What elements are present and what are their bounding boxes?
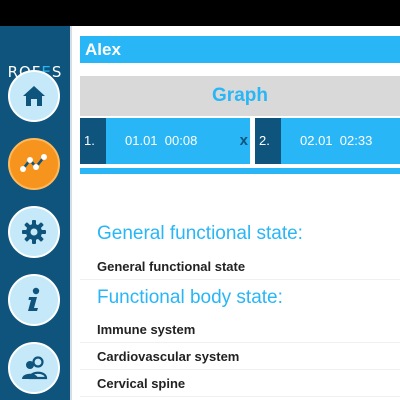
record-2[interactable]: 2. 02.01 02:33	[255, 118, 400, 164]
main-content: Alex Graph 1. 01.01 00:08 x 2. 02.01 02:…	[72, 26, 400, 400]
sidebar: ROFES	[0, 26, 70, 400]
graph-button[interactable]: Graph	[80, 76, 400, 116]
record-datetime: 01.01 00:08	[125, 133, 198, 148]
record-body: 01.01 00:08 x	[106, 118, 250, 164]
section-title: Functional body state:	[97, 287, 283, 308]
home-icon	[23, 86, 45, 106]
record-number: 1.	[80, 118, 106, 164]
nav-graph-button[interactable]	[8, 138, 60, 190]
nav-users-button[interactable]	[8, 342, 60, 394]
record-body: 02.01 02:33	[281, 118, 400, 164]
list-item[interactable]: Cervical spine	[80, 370, 400, 397]
nav-settings-button[interactable]	[8, 206, 60, 258]
users-icon	[22, 356, 48, 380]
record-1[interactable]: 1. 01.01 00:08 x	[80, 118, 250, 164]
record-number: 2.	[255, 118, 281, 164]
list-item[interactable]: General functional state	[80, 253, 400, 280]
graph-icon	[20, 154, 47, 172]
status-bar	[0, 0, 400, 26]
divider-stripe	[80, 168, 400, 174]
remove-record-button[interactable]: x	[240, 118, 248, 164]
info-icon	[28, 287, 40, 311]
patient-name: Alex	[80, 36, 400, 63]
nav-home-button[interactable]	[8, 70, 60, 122]
section-title: General functional state:	[97, 223, 303, 244]
list-item[interactable]: Cardiovascular system	[80, 343, 400, 370]
list-item[interactable]: Immune system	[80, 316, 400, 343]
nav-info-button[interactable]	[8, 274, 60, 326]
gear-icon	[22, 220, 46, 244]
record-datetime: 02.01 02:33	[300, 133, 373, 148]
